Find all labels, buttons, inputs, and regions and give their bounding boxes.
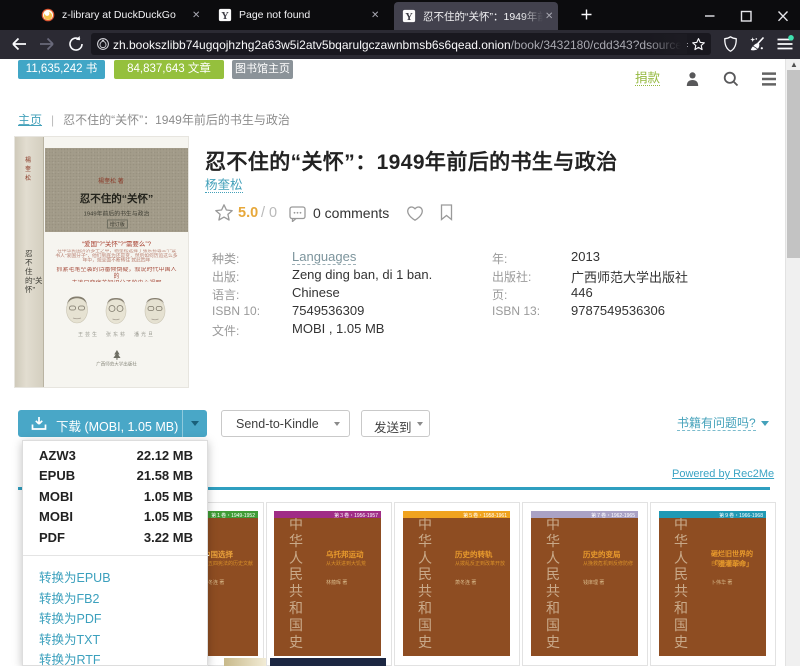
svg-text:Y: Y	[221, 11, 229, 22]
svg-text:Y: Y	[405, 12, 413, 23]
